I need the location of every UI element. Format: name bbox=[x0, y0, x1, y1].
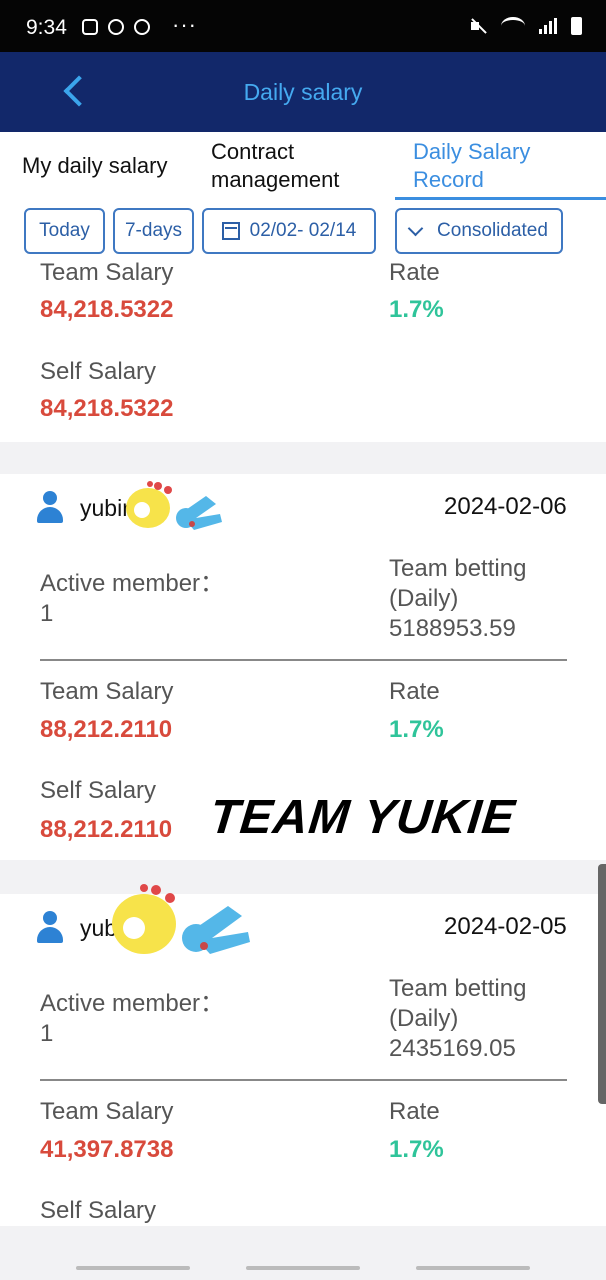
page-title: Daily salary bbox=[243, 79, 363, 105]
self-salary-value: 88,212.2110 bbox=[40, 816, 173, 843]
calendar-icon bbox=[221, 222, 240, 240]
date-range-button[interactable]: 02/02- 02/14 bbox=[202, 208, 376, 254]
team-betting-label: Team betting bbox=[389, 555, 527, 582]
user-icon bbox=[35, 911, 65, 945]
tab-my-daily-salary[interactable]: My daily salary bbox=[22, 152, 167, 180]
divider bbox=[40, 659, 567, 661]
tab-label-line: Daily Salary bbox=[413, 139, 531, 164]
team-salary-label: Team Salary bbox=[40, 1098, 174, 1125]
system-icons bbox=[469, 17, 582, 35]
consolidated-label: Consolidated bbox=[437, 220, 548, 241]
gallery-icon bbox=[82, 19, 98, 35]
team-salary-label: Team Salary bbox=[40, 678, 174, 705]
consolidated-dropdown[interactable]: Consolidated bbox=[395, 208, 563, 254]
salary-card-partial: Team Salary Rate 84,218.5322 1.7% Self S… bbox=[0, 259, 606, 442]
chevron-down-icon bbox=[407, 220, 424, 236]
active-member-label: Active member： bbox=[40, 570, 225, 597]
more-notifications-icon: ··· bbox=[172, 12, 197, 37]
active-member-value: 1 bbox=[40, 1020, 54, 1047]
team-betting-label: Team betting bbox=[389, 975, 527, 1002]
tab-bar: My daily salary Contract management Dail… bbox=[0, 132, 606, 202]
today-filter-button[interactable]: Today bbox=[24, 208, 105, 254]
nav-hint bbox=[76, 1266, 190, 1270]
record-date: 2024-02-06 bbox=[444, 493, 567, 520]
record-date: 2024-02-05 bbox=[444, 913, 567, 940]
self-salary-label: Self Salary bbox=[40, 1197, 157, 1224]
ok-hand-sticker bbox=[112, 884, 250, 954]
tab-label-line: Contract bbox=[211, 139, 295, 164]
chrome-icon-2 bbox=[134, 19, 150, 35]
user-icon bbox=[35, 491, 65, 525]
nav-hint bbox=[416, 1266, 530, 1270]
team-salary-label: Team Salary bbox=[40, 259, 174, 286]
wifi-icon bbox=[501, 17, 525, 35]
team-betting-value: 5188953.59 bbox=[389, 615, 516, 642]
status-bar: 9:34 ··· bbox=[0, 0, 606, 52]
rate-label: Rate bbox=[389, 1098, 440, 1125]
rate-label: Rate bbox=[389, 259, 440, 286]
self-salary-label: Self Salary bbox=[40, 358, 157, 385]
mute-icon bbox=[469, 17, 487, 35]
signal-icon bbox=[539, 18, 557, 34]
rate-label: Rate bbox=[389, 678, 440, 705]
rate-value: 1.7% bbox=[389, 296, 444, 323]
tab-label-line: Record bbox=[413, 167, 484, 192]
ok-hand-sticker bbox=[126, 481, 222, 530]
salary-record-card: yubin 2024-02-05 Active member： 1 Team b… bbox=[0, 884, 606, 1226]
team-salary-value: 88,212.2110 bbox=[40, 716, 173, 743]
battery-icon bbox=[571, 17, 582, 35]
rate-value: 1.7% bbox=[389, 1136, 444, 1163]
tab-label-line: management bbox=[211, 167, 340, 192]
team-salary-value: 84,218.5322 bbox=[40, 296, 174, 323]
divider bbox=[40, 1079, 567, 1081]
team-betting-value: 2435169.05 bbox=[389, 1035, 516, 1062]
seven-days-filter-button[interactable]: 7-days bbox=[113, 208, 194, 254]
self-salary-label: Self Salary bbox=[40, 777, 157, 804]
notification-icons bbox=[82, 19, 150, 35]
active-member-value: 1 bbox=[40, 600, 54, 627]
nav-hint bbox=[246, 1266, 360, 1270]
active-member-label: Active member： bbox=[40, 990, 225, 1017]
chrome-icon bbox=[108, 19, 124, 35]
app-bar: Daily salary bbox=[0, 52, 606, 132]
active-tab-indicator bbox=[395, 197, 606, 200]
date-range-label: 02/02- 02/14 bbox=[249, 220, 357, 241]
status-time: 9:34 bbox=[26, 16, 67, 39]
self-salary-value: 84,218.5322 bbox=[40, 395, 174, 422]
team-betting-label-daily: (Daily) bbox=[389, 1005, 459, 1032]
gesture-nav-bar bbox=[0, 1258, 606, 1280]
team-salary-value: 41,397.8738 bbox=[40, 1136, 174, 1163]
team-betting-label-daily: (Daily) bbox=[389, 585, 459, 612]
rate-value: 1.7% bbox=[389, 716, 444, 743]
team-yukie-watermark: TEAM YUKIE bbox=[207, 791, 518, 844]
filter-bar: Today 7-days 02/02- 02/14 Consolidated bbox=[0, 202, 606, 264]
tab-contract-management[interactable]: Contract management bbox=[211, 138, 339, 194]
tab-daily-salary-record[interactable]: Daily Salary Record bbox=[413, 138, 530, 194]
scroll-indicator[interactable] bbox=[598, 864, 606, 1104]
